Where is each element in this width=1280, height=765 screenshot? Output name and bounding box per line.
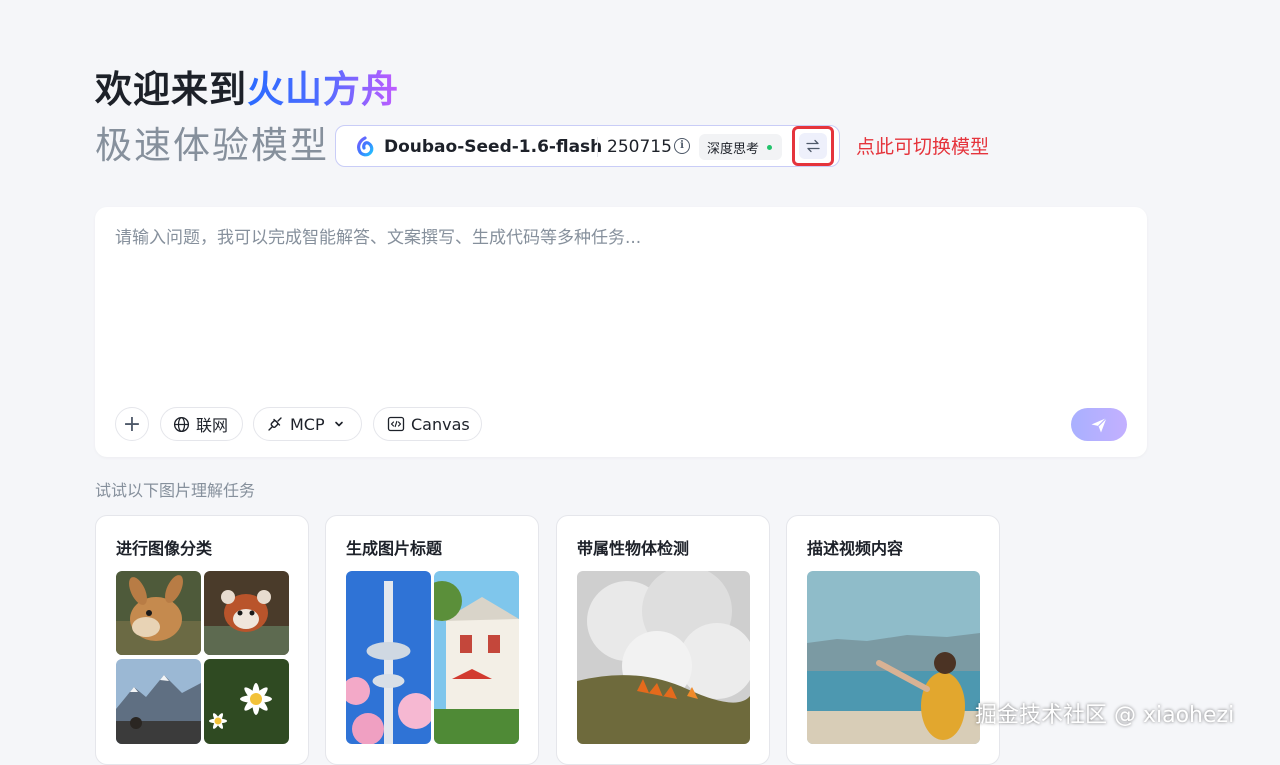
prompt-input[interactable] [115, 225, 1115, 385]
mcp-label: MCP [290, 414, 325, 434]
plus-icon: + [122, 411, 142, 437]
daisy-image [204, 659, 289, 744]
example-images [346, 571, 519, 744]
page-subtitle: 极速体验模型 [95, 124, 329, 167]
task-card-object-detection[interactable]: 带属性物体检测 [556, 515, 770, 765]
chevron-down-icon [334, 421, 343, 427]
watermark: 掘金技术社区 @ xiaohezi [975, 703, 1235, 728]
info-icon[interactable]: i [674, 138, 690, 154]
plug-icon [268, 417, 282, 431]
mcp-dropdown[interactable]: MCP [253, 407, 362, 441]
task-card-image-classification[interactable]: 进行图像分类 [95, 515, 309, 765]
code-window-icon [387, 416, 405, 432]
example-images [116, 571, 289, 744]
examples-section-title: 试试以下图片理解任务 [95, 481, 256, 500]
task-card-title: 生成图片标题 [346, 539, 443, 558]
task-card-title: 带属性物体检测 [577, 539, 690, 558]
add-attachment-button[interactable]: + [115, 407, 149, 441]
send-button[interactable] [1071, 408, 1127, 441]
swap-icon [799, 133, 827, 159]
switch-model-annotation: 点此可切换模型 [856, 136, 990, 158]
welcome-title: 欢迎来到火山方舟 [95, 66, 399, 114]
divider [597, 137, 598, 157]
web-search-label: 联网 [196, 416, 229, 435]
model-selector[interactable]: Doubao-Seed-1.6-flash 250715 i 深度思考 [335, 125, 840, 167]
chat-input-card: + 联网 MCP Canvas [95, 207, 1147, 457]
welcome-prefix: 欢迎来到 [95, 68, 247, 111]
globe-icon [173, 416, 190, 432]
house-image [434, 571, 519, 744]
model-name: Doubao-Seed-1.6-flash [384, 137, 603, 157]
deer-image [116, 571, 201, 655]
web-search-toggle[interactable]: 联网 [160, 407, 243, 441]
mountain-image [116, 659, 201, 744]
beach-video-thumbnail [807, 571, 980, 744]
doubao-logo-icon [357, 136, 374, 157]
example-images [807, 571, 980, 744]
tower-image [346, 571, 431, 744]
switch-model-button[interactable] [792, 126, 834, 166]
status-dot [767, 144, 773, 150]
deep-thinking-badge[interactable]: 深度思考 [699, 134, 783, 160]
model-version: 250715 [607, 137, 672, 157]
task-card-title: 进行图像分类 [116, 539, 213, 558]
canvas-toggle[interactable]: Canvas [373, 407, 482, 441]
deep-thinking-label: 深度思考 [707, 141, 760, 157]
wildfire-image [577, 571, 750, 744]
task-card-video-description[interactable]: 描述视频内容 [786, 515, 1000, 765]
brand-name: 火山方舟 [247, 68, 399, 111]
task-card-image-captioning[interactable]: 生成图片标题 [325, 515, 539, 765]
example-images [577, 571, 750, 744]
task-card-title: 描述视频内容 [807, 539, 904, 558]
red-panda-image [204, 571, 289, 655]
canvas-label: Canvas [411, 414, 470, 434]
send-icon [1091, 417, 1107, 432]
